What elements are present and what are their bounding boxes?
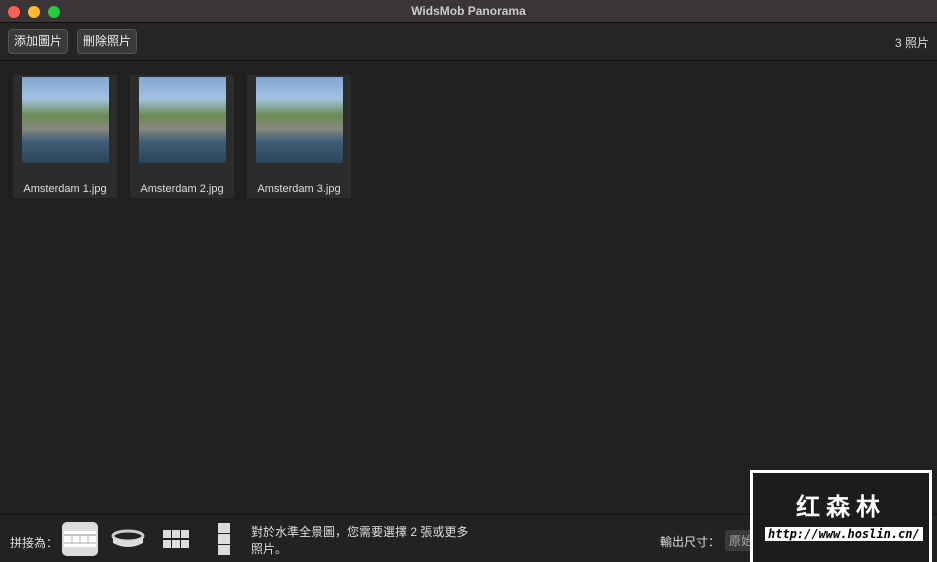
hint-text: 對於水準全景圖，您需要選擇 2 張或更多照片。 — [251, 525, 469, 556]
vertical-panorama-icon — [218, 523, 230, 555]
photo-item[interactable]: Amsterdam 2.jpg — [130, 75, 234, 198]
add-photos-button[interactable]: 添加圖片 — [8, 29, 69, 54]
photo-item[interactable]: Amsterdam 1.jpg — [13, 75, 117, 198]
photo-name: Amsterdam 3.jpg — [257, 183, 341, 195]
watermark-url: http://www.hoslin.cn/ — [765, 527, 923, 541]
photo-thumbnail — [21, 77, 109, 163]
delete-photos-button[interactable]: 刪除照片 — [77, 29, 138, 54]
mode-grid-button[interactable] — [158, 522, 194, 556]
photo-name: Amsterdam 2.jpg — [140, 183, 224, 195]
window-title: WidsMob Panorama — [411, 4, 526, 18]
watermark-text: 红森林 — [796, 494, 886, 521]
minimize-button[interactable] — [28, 6, 40, 18]
title-bar: WidsMob Panorama — [0, 0, 937, 23]
close-button[interactable] — [8, 6, 20, 18]
360-panorama-icon — [111, 529, 145, 547]
photo-thumbnail — [255, 77, 343, 163]
zoom-button[interactable] — [48, 6, 60, 18]
horizontal-panorama-icon — [64, 531, 96, 547]
photo-thumbnail — [138, 77, 226, 163]
mode-vertical-button[interactable] — [206, 522, 242, 556]
stitch-modes — [62, 522, 242, 556]
watermark-logo: 红森林 http://www.hoslin.cn/ — [750, 470, 932, 562]
mode-360-button[interactable] — [110, 522, 146, 556]
photo-count: 3 照片 — [894, 36, 929, 50]
grid-icon — [163, 530, 189, 548]
toolbar: 添加圖片 刪除照片 3 照片 — [0, 23, 937, 61]
window-controls — [8, 6, 60, 18]
photo-grid: Amsterdam 1.jpg Amsterdam 2.jpg Amsterda… — [13, 75, 351, 198]
output-size-label: 輸出尺寸： — [660, 535, 721, 549]
stitch-label: 拼接為： — [10, 536, 59, 550]
mode-horizontal-button[interactable] — [62, 522, 98, 556]
photo-name: Amsterdam 1.jpg — [23, 183, 107, 195]
photo-item[interactable]: Amsterdam 3.jpg — [247, 75, 351, 198]
